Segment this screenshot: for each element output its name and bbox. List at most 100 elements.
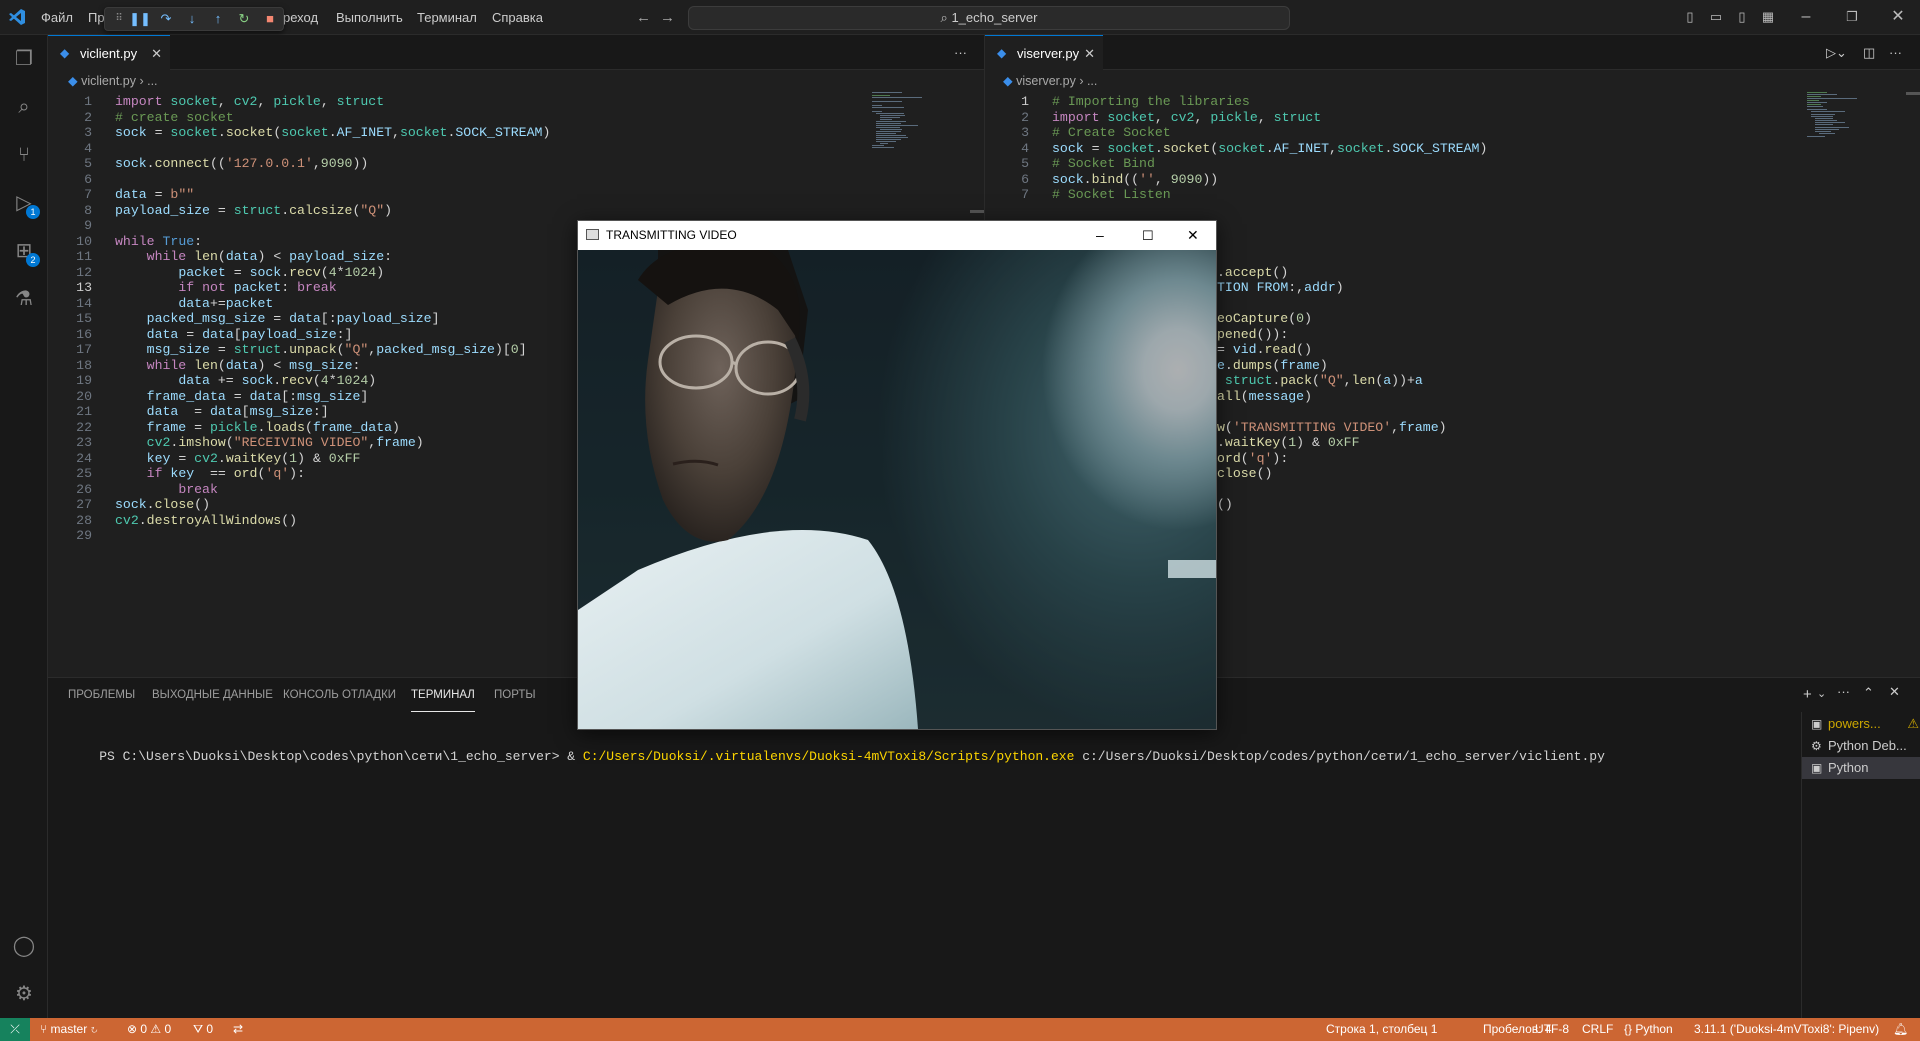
- close-tab-icon[interactable]: ✕: [151, 36, 162, 71]
- branch-indicator[interactable]: ⑂ master ↻: [40, 1018, 98, 1041]
- notifications-bell-icon[interactable]: 🔔︎: [1893, 1018, 1908, 1041]
- step-over-icon[interactable]: ↷: [154, 8, 178, 30]
- transmitting-video-window[interactable]: TRANSMITTING VIDEO – ☐ ✕: [577, 220, 1217, 730]
- more-actions-icon[interactable]: ···: [954, 35, 967, 70]
- chevron-down-icon[interactable]: ⌄: [1817, 687, 1826, 700]
- step-out-icon[interactable]: ↑: [206, 8, 230, 30]
- cursor-position[interactable]: Строка 1, столбец 1: [1326, 1018, 1437, 1041]
- panel-tab-terminal[interactable]: ТЕРМИНАЛ: [411, 678, 475, 712]
- language-mode[interactable]: {} Python: [1624, 1018, 1673, 1041]
- menu-run[interactable]: Выполнить: [336, 0, 403, 35]
- more-actions-icon[interactable]: ···: [1889, 35, 1902, 70]
- python-file-icon: ◆: [68, 74, 82, 88]
- panel-tab-problems[interactable]: ПРОБЛЕМЫ: [68, 678, 135, 712]
- close-icon[interactable]: ✕: [1187, 221, 1199, 250]
- search-view-icon[interactable]: ⌕: [0, 83, 48, 131]
- more-actions-icon[interactable]: ···: [1837, 684, 1850, 699]
- step-into-icon[interactable]: ↓: [180, 8, 204, 30]
- close-tab-icon[interactable]: ✕: [1084, 36, 1095, 71]
- split-editor-icon[interactable]: ◫: [1863, 35, 1875, 70]
- debug-gear-icon: ⚙: [1811, 739, 1822, 753]
- code-line: sock = socket.socket(socket.AF_INET,sock…: [115, 125, 551, 140]
- left-minimap[interactable]: [872, 92, 932, 152]
- search-icon: ⌕: [940, 10, 952, 25]
- toggle-panel-icon[interactable]: ▭: [1707, 8, 1725, 26]
- menu-help[interactable]: Справка: [492, 0, 543, 35]
- code-line: cv2.destroyAllWindows(): [115, 512, 298, 528]
- problems-indicator[interactable]: ⊗ 0 ⚠ 0: [127, 1018, 171, 1041]
- breadcrumb-file[interactable]: viserver.py: [1016, 74, 1076, 88]
- live-share-icon[interactable]: ⇄: [233, 1018, 243, 1041]
- source-control-icon[interactable]: ⑂: [0, 131, 48, 179]
- terminal-icon: ▣: [1811, 717, 1823, 731]
- breadcrumb-symbol[interactable]: ...: [147, 74, 157, 88]
- minimize-icon[interactable]: –: [1096, 221, 1104, 250]
- command-center-search[interactable]: ⌕ 1_echo_server: [688, 6, 1290, 30]
- video-window-titlebar[interactable]: TRANSMITTING VIDEO – ☐ ✕: [578, 221, 1216, 250]
- remote-indicator-icon[interactable]: ⤫: [0, 1018, 30, 1041]
- error-icon: ⊗: [127, 1022, 141, 1036]
- close-panel-icon[interactable]: ✕: [1889, 684, 1900, 700]
- tab-viserver[interactable]: ◆ viserver.py ✕: [985, 35, 1103, 70]
- status-bar: ⤫ ⑂ master ↻ ⊗ 0 ⚠ 0 ⛛ 0 ⇄ Строка 1, сто…: [0, 1018, 1920, 1041]
- minimize-window-icon[interactable]: –: [1797, 8, 1815, 26]
- code-line: payload_size = struct.calcsize("Q"): [115, 202, 393, 218]
- branch-icon: ⑂: [40, 1022, 51, 1036]
- customize-layout-icon[interactable]: ▦: [1759, 8, 1777, 26]
- breadcrumb-file[interactable]: viclient.py: [81, 74, 136, 88]
- video-window-title: TRANSMITTING VIDEO: [606, 228, 737, 242]
- line-ending[interactable]: CRLF: [1582, 1018, 1613, 1041]
- left-scrollbar-thumb[interactable]: [970, 210, 984, 213]
- menu-file[interactable]: Файл: [41, 0, 73, 35]
- new-terminal-icon[interactable]: +: [1803, 686, 1812, 703]
- terminal-item-python-debug[interactable]: ⚙ Python Deb...: [1802, 735, 1920, 757]
- python-interpreter[interactable]: 3.11.1 ('Duoksi-4mVToxi8': Pipenv): [1694, 1018, 1879, 1041]
- breadcrumb-symbol[interactable]: ...: [1087, 74, 1097, 88]
- pause-icon[interactable]: ❚❚: [128, 8, 152, 30]
- maximize-panel-icon[interactable]: ⌃: [1863, 685, 1874, 701]
- menu-go-partial[interactable]: реход: [283, 0, 318, 35]
- terminal-item-powershell[interactable]: ▣ powers... ⚠: [1802, 713, 1920, 735]
- webcam-image: [578, 250, 1216, 729]
- encoding[interactable]: UTF-8: [1535, 1018, 1569, 1041]
- warning-icon: ⚠: [150, 1022, 165, 1036]
- close-window-icon[interactable]: ✕: [1889, 8, 1907, 26]
- debug-toolbar: ⠿ ❚❚ ↷ ↓ ↑ ↻ ■: [104, 7, 284, 31]
- code-fragment: TION FROM:,addr): [1217, 280, 1344, 295]
- code-fragment: close(): [1217, 466, 1273, 481]
- back-arrow-icon[interactable]: ←: [636, 9, 651, 26]
- right-minimap[interactable]: [1807, 92, 1867, 152]
- terminal-list: ▣ powers... ⚠ ⚙ Python Deb... ▣ Python: [1801, 712, 1920, 1018]
- maximize-icon[interactable]: ☐: [1142, 221, 1154, 250]
- panel-tab-output[interactable]: ВЫХОДНЫЕ ДАННЫЕ: [152, 678, 273, 712]
- toggle-sidebar-icon[interactable]: ▯: [1681, 8, 1699, 26]
- braces-icon: {}: [1624, 1022, 1636, 1036]
- panel-tab-ports[interactable]: ПОРТЫ: [494, 678, 536, 712]
- title-bar: Файл Пр реход Выполнить Терминал Справка…: [0, 0, 1920, 35]
- terminal-icon: ▣: [1811, 761, 1823, 775]
- forward-arrow-icon[interactable]: →: [660, 9, 675, 26]
- restore-window-icon[interactable]: ❐: [1843, 8, 1861, 26]
- restart-icon[interactable]: ↻: [232, 8, 256, 30]
- tab-viclient[interactable]: ◆ viclient.py ✕: [48, 35, 170, 70]
- run-debug-icon[interactable]: ▷ 1: [0, 179, 48, 227]
- account-icon[interactable]: ◯: [0, 922, 48, 970]
- menu-edit-partial[interactable]: Пр: [88, 0, 105, 35]
- toggle-secondary-sidebar-icon[interactable]: ▯: [1733, 8, 1751, 26]
- code-line: sock.connect(('127.0.0.1',9090)): [115, 156, 369, 171]
- python-file-icon: ◆: [997, 46, 1007, 60]
- search-text: 1_echo_server: [951, 10, 1038, 25]
- testing-icon[interactable]: ⚗: [0, 275, 48, 323]
- ports-indicator[interactable]: ⛛ 0: [193, 1018, 213, 1041]
- terminal-item-python[interactable]: ▣ Python: [1802, 757, 1920, 779]
- run-python-file-icon[interactable]: ▷⌄: [1826, 35, 1847, 70]
- settings-gear-icon[interactable]: ⚙: [0, 970, 48, 1018]
- extensions-icon[interactable]: ⊞ 2: [0, 227, 48, 275]
- panel-tab-debug-console[interactable]: КОНСОЛЬ ОТЛАДКИ: [283, 678, 396, 712]
- stop-icon[interactable]: ■: [258, 8, 282, 30]
- menu-terminal[interactable]: Терминал: [417, 0, 477, 35]
- terminal-command-line[interactable]: PS C:\Users\Duoksi\Desktop\codes\python\…: [68, 727, 1605, 764]
- line-number: 7: [1021, 187, 1029, 202]
- explorer-icon[interactable]: ❐: [0, 35, 48, 83]
- right-scrollbar-thumb[interactable]: [1906, 92, 1920, 95]
